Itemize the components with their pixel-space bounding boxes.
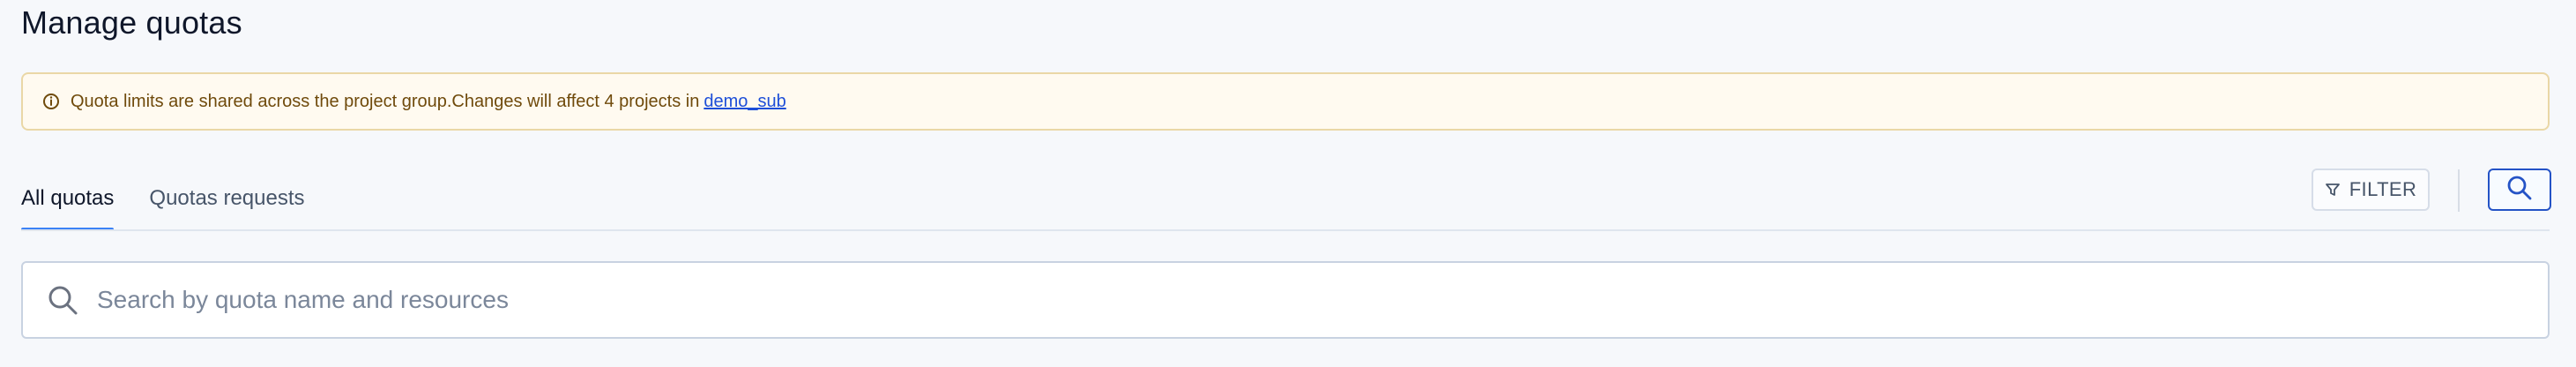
quota-search-box [21,261,2550,339]
page-title: Manage quotas [21,4,242,41]
search-input[interactable] [95,285,2479,315]
tab-all-quotas[interactable]: All quotas [21,176,115,231]
filter-icon [2325,182,2341,198]
quota-alert-banner: Quota limits are shared across the proje… [21,72,2550,131]
demo-sub-link[interactable]: demo_sub [704,92,785,112]
filter-button-label: FILTER [2349,178,2417,200]
info-circle-icon [42,93,60,110]
quota-tabs: All quotas Quotas requests [21,176,340,231]
tabs-divider [21,229,2550,231]
search-icon [46,283,79,317]
search-toggle-button[interactable] [2488,169,2551,211]
search-icon [2505,173,2535,207]
toolbar-divider [2458,169,2460,212]
filter-button[interactable]: FILTER [2312,169,2430,211]
tab-quotas-requests[interactable]: Quotas requests [149,176,304,231]
alert-message: Quota limits are shared across the proje… [71,91,700,111]
